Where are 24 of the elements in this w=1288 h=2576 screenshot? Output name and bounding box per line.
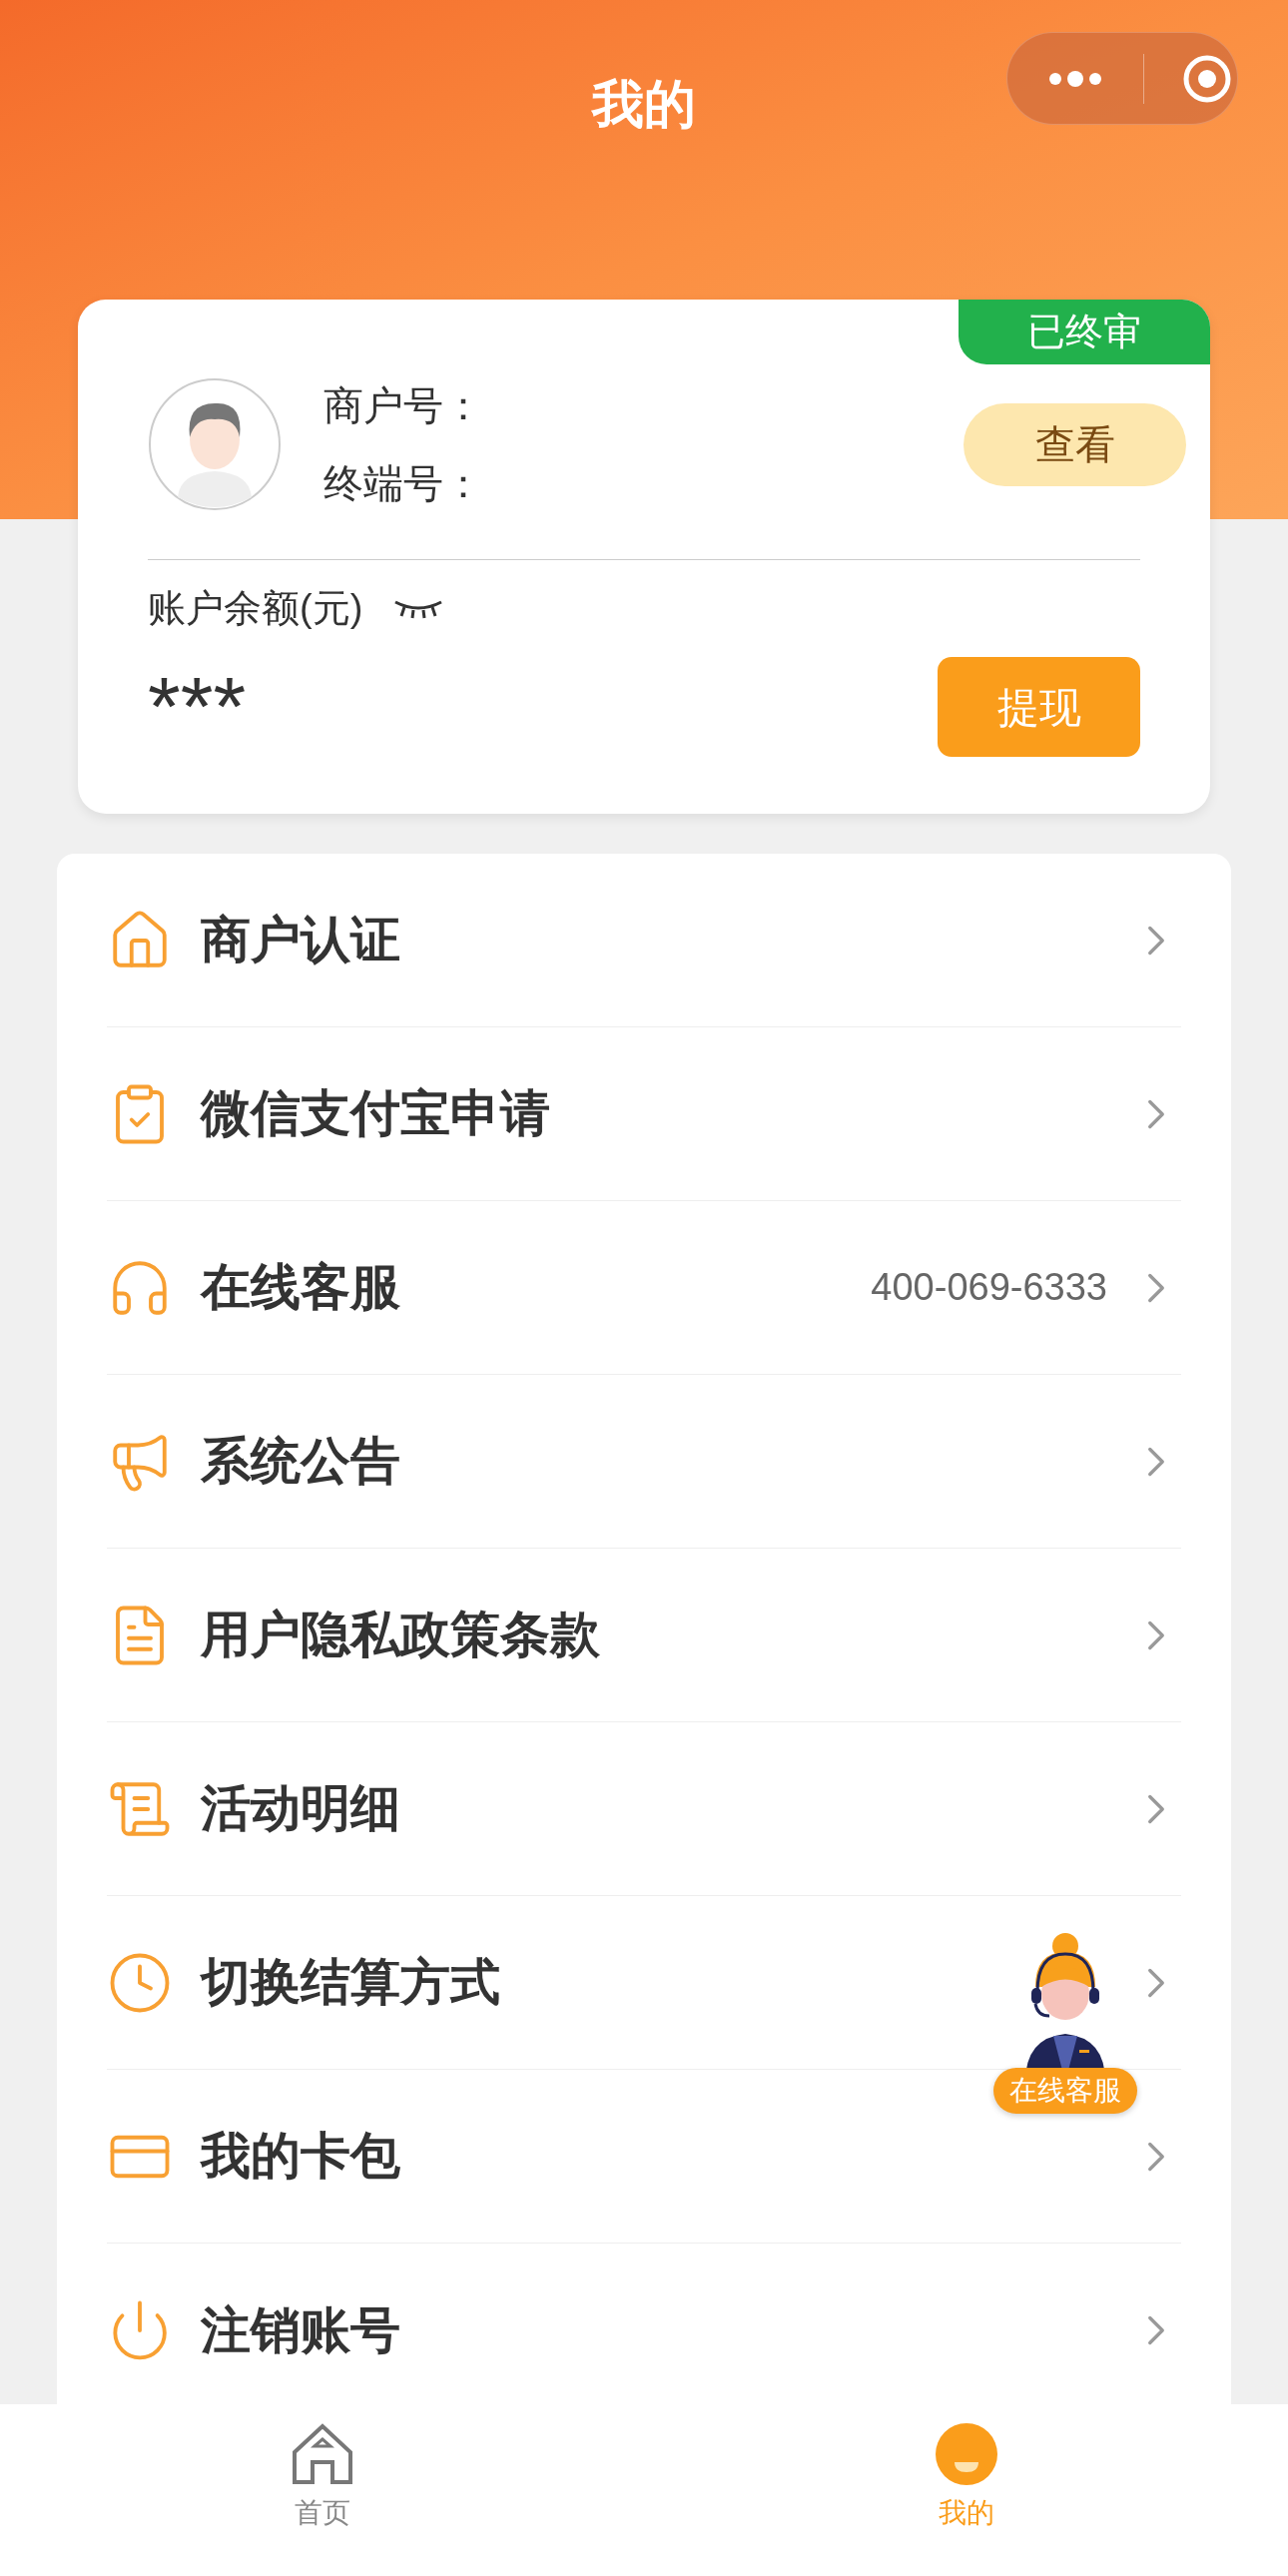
menu-item-label[interactable]: 我的卡包 — [201, 2119, 400, 2194]
menu-item-label[interactable]: 在线客服 — [201, 1250, 400, 1325]
menu-item-label[interactable]: 注销账号 — [201, 2292, 400, 2368]
close-target-icon[interactable] — [1182, 53, 1232, 104]
merchant-number-label: 商户号： — [323, 385, 484, 425]
view-button[interactable]: 查看 — [964, 402, 1186, 486]
tab-label: 首页 — [294, 2496, 350, 2530]
status-badge: 已终审 — [959, 300, 1210, 364]
balance-label: 账户余额(元) — [148, 586, 363, 631]
menu-item-label[interactable]: 系统公告 — [201, 1424, 400, 1499]
menu-item-label[interactable]: 商户认证 — [201, 903, 400, 977]
tab[interactable]: 首页 — [0, 2404, 644, 2576]
more-icon[interactable] — [1047, 70, 1103, 87]
menu-item-label[interactable]: 活动明细 — [201, 1771, 400, 1846]
menu-item-label[interactable]: 切换结算方式 — [201, 1945, 500, 2020]
menu-item-label[interactable]: 微信支付宝申请 — [201, 1076, 550, 1151]
phone-number: 400-069-6333 — [871, 1265, 1107, 1310]
menu-item-label[interactable]: 用户隐私政策条款 — [201, 1598, 600, 1672]
balance-amount: *** — [148, 665, 247, 749]
terminal-number-label: 终端号： — [323, 463, 484, 503]
tab-label: 我的 — [938, 2496, 994, 2530]
page-title: 我的 — [592, 78, 696, 130]
smile-circle-icon — [934, 2422, 998, 2486]
house-icon — [290, 2422, 354, 2486]
